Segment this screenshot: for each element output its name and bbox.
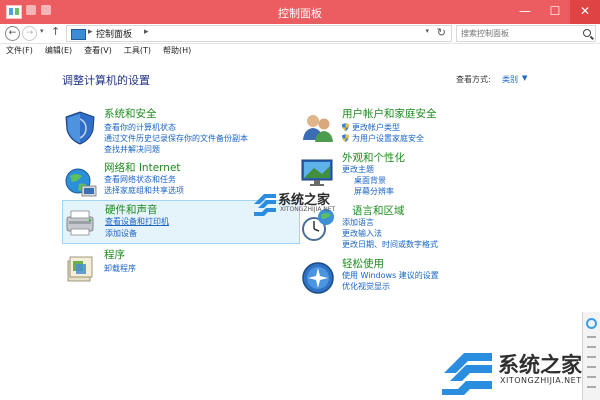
chevron-down-icon[interactable]: ▼ [522,74,527,82]
category-link[interactable]: 添加设备 [105,228,137,239]
category-link[interactable]: 选择家庭组和共享选项 [104,185,184,196]
category-link[interactable]: 更改日期、时间或数字格式 [342,239,438,250]
close-button[interactable]: ✕ [570,0,600,24]
maximize-button[interactable]: ☐ [540,0,570,24]
user-accounts-icon[interactable] [300,110,336,146]
category-link[interactable]: 使用 Windows 建议的设置 [342,270,439,281]
menu-bar: 文件(F) 编辑(E) 查看(V) 工具(T) 帮助(H) [0,44,600,59]
recent-locations-dropdown-icon[interactable]: ▾ [40,27,44,35]
menu-file[interactable]: 文件(F) [0,44,39,59]
category-link[interactable]: 优化视觉显示 [342,281,390,292]
menu-help[interactable]: 帮助(H) [157,44,197,59]
appearance-icon[interactable] [300,154,336,190]
menu-edit[interactable]: 编辑(E) [39,44,78,59]
network-internet-icon[interactable] [62,164,98,200]
menu-view[interactable]: 查看(V) [78,44,118,59]
category-link[interactable]: 查看网络状态和任务 [104,174,176,185]
category-link[interactable]: 更改输入法 [342,228,382,239]
search-icon[interactable] [583,29,591,37]
category-heading[interactable]: 系统和安全 [104,106,157,121]
hardware-sound-icon[interactable] [63,205,99,241]
category-programs: 程序 卸载程序 [62,247,292,285]
category-link[interactable]: 查找并解决问题 [104,144,160,155]
address-dropdown-icon[interactable]: ▾ [425,27,429,35]
view-by-label: 查看方式: [456,75,491,84]
breadcrumb-separator[interactable]: ▸ [88,27,93,37]
category-heading[interactable]: 轻松使用 [342,256,384,271]
view-by-dropdown[interactable]: 类别 [502,74,518,85]
up-button[interactable]: ↑ [51,25,60,38]
category-link[interactable]: 添加语言 [342,217,374,228]
search-box[interactable] [456,25,596,42]
breadcrumb-control-panel[interactable]: 控制面板 [96,27,132,40]
search-input[interactable] [457,26,573,41]
breadcrumb[interactable]: ▸ 控制面板 ▸ ▾ ↻ [66,25,452,42]
category-heading[interactable]: 用户帐户和家庭安全 [342,106,437,121]
category-link[interactable]: 桌面背景 [354,175,386,186]
watermark-logo-icon [442,353,492,395]
watermark-logo-icon [254,194,276,216]
category-link[interactable]: 通过文件历史记录保存你的文件备份副本 [104,133,248,144]
category-heading[interactable]: 网络和 Internet [104,160,181,175]
category-heading[interactable]: 硬件和声音 [105,202,158,217]
watermark-url: XITONGZHIJIA.NET [500,376,582,385]
programs-icon[interactable] [62,251,98,287]
category-link[interactable]: 更改主题 [342,164,374,175]
category-ease-of-access: 轻松使用 使用 Windows 建议的设置 优化视觉显示 [300,256,530,296]
category-link[interactable]: 卸载程序 [104,263,136,274]
uac-shield-icon [342,123,349,131]
address-bar: ← → ▾ ↑ ▸ 控制面板 ▸ ▾ ↻ [0,24,600,44]
category-user-accounts: 用户帐户和家庭安全 更改帐户类型 为用户设置家庭安全 [300,106,530,148]
category-heading[interactable]: 外观和个性化 [342,150,405,165]
page-title: 调整计算机的设置 [62,74,150,87]
minimize-button[interactable]: — [510,0,540,24]
category-heading[interactable]: 程序 [104,247,125,262]
breadcrumb-separator[interactable]: ▸ [144,27,149,37]
refresh-button[interactable]: ↻ [437,26,446,39]
watermark-url: XITONGZHIJIA.NET [280,206,336,213]
title-bar: 控制面板 — ☐ ✕ [0,0,600,24]
watermark-large: 系统之家 XITONGZHIJIA.NET [440,345,600,395]
category-link[interactable]: 查看设备和打印机 [105,216,169,227]
uac-shield-icon [342,134,349,142]
watermark-small: 系统之家 XITONGZHIJIA.NET [252,190,360,216]
category-link[interactable]: 更改帐户类型 [352,122,400,133]
category-link[interactable]: 为用户设置家庭安全 [352,133,424,144]
back-button[interactable]: ← [5,26,20,41]
category-link[interactable]: 屏幕分辨率 [354,186,394,197]
ease-of-access-icon[interactable] [300,260,336,296]
browser-icon[interactable] [586,318,597,329]
category-link[interactable]: 查看你的计算机状态 [104,122,176,133]
forward-button[interactable]: → [22,26,37,41]
watermark-text: 系统之家 [498,353,582,377]
control-panel-small-icon [71,29,86,40]
system-security-icon[interactable] [62,110,98,146]
menu-tools[interactable]: 工具(T) [118,44,157,59]
category-system-security: 系统和安全 查看你的计算机状态 通过文件历史记录保存你的文件备份副本 查找并解决… [62,106,292,154]
